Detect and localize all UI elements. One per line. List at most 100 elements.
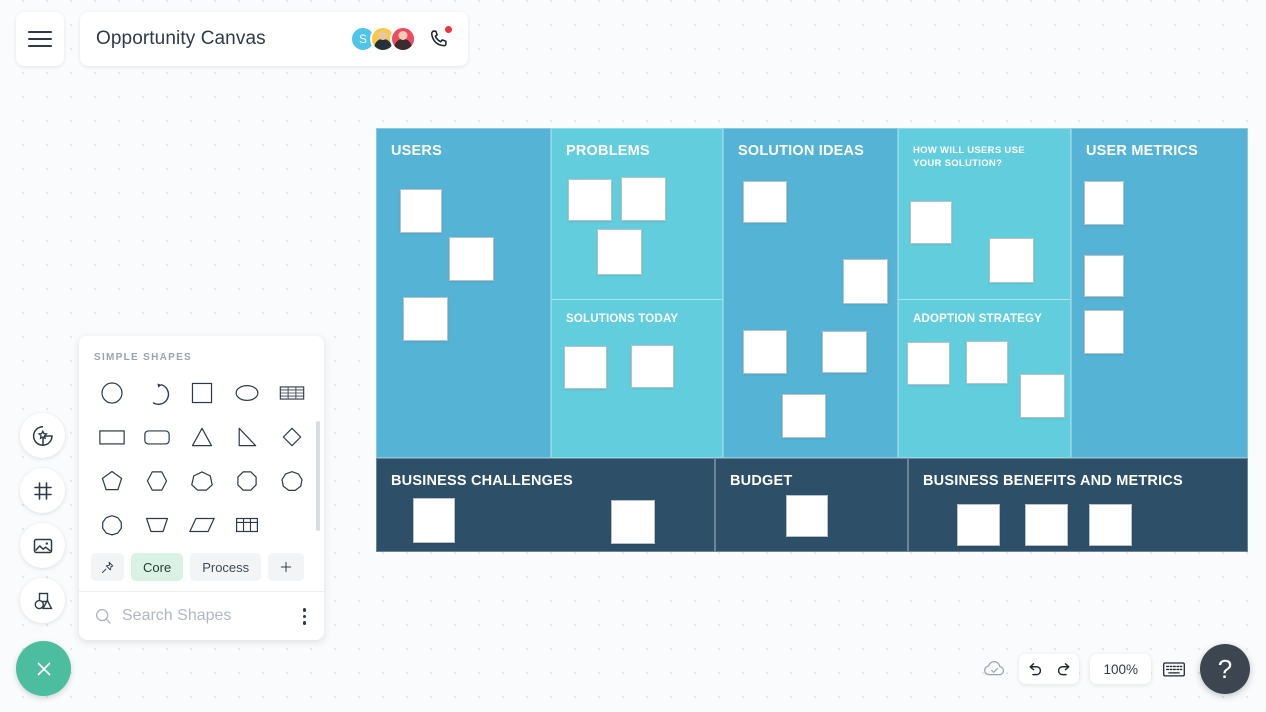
sticky-note[interactable] <box>631 345 674 388</box>
sticky-note[interactable] <box>743 181 787 223</box>
search-icon <box>96 609 111 624</box>
sticky-notes-tool[interactable] <box>20 413 65 458</box>
sticky-note[interactable] <box>1084 181 1124 225</box>
phone-call-button[interactable] <box>426 25 453 52</box>
sticky-note[interactable] <box>786 495 828 537</box>
sticky-note[interactable] <box>400 189 442 233</box>
shape-octagon[interactable] <box>224 461 269 501</box>
call-notification-badge <box>444 25 453 34</box>
shape-nonagon[interactable] <box>269 461 314 501</box>
shape-hexagon[interactable] <box>134 461 179 501</box>
sticky-note[interactable] <box>621 177 666 221</box>
undo-button[interactable] <box>1019 654 1049 684</box>
bottom-toolbar: 100% ? <box>982 644 1250 694</box>
board-top-row: USERS PROBLEMS SOLUTIONS TODAY SOLUTION … <box>376 128 1248 458</box>
whiteboard-app: Opportunity Canvas S SIMPLE SHAPES Core … <box>0 0 1266 712</box>
panel-business-challenges[interactable]: BUSINESS CHALLENGES <box>376 458 715 552</box>
sticky-note[interactable] <box>413 498 455 543</box>
sticky-note[interactable] <box>403 297 448 341</box>
close-panel-button[interactable] <box>16 641 71 696</box>
sticky-note[interactable] <box>822 331 867 373</box>
frame-icon <box>33 481 52 500</box>
cloud-saved-button[interactable] <box>982 658 1008 680</box>
shapes-icon <box>34 592 53 609</box>
panel-how-will-users-use-your-solution[interactable]: HOW WILL USERS USE YOUR SOLUTION? <box>899 129 1070 299</box>
shape-circle[interactable] <box>89 373 134 413</box>
zoom-level-button[interactable]: 100% <box>1090 654 1151 684</box>
tab-process[interactable]: Process <box>190 553 262 581</box>
sticky-note[interactable] <box>1089 504 1132 546</box>
sticky-note[interactable] <box>910 201 952 244</box>
shape-arc[interactable] <box>134 373 179 413</box>
tab-add-category[interactable] <box>268 553 305 581</box>
pin-icon <box>102 561 114 573</box>
sticky-note[interactable] <box>1084 310 1124 354</box>
sticky-note[interactable] <box>843 259 888 304</box>
panel-adoption-strategy[interactable]: ADOPTION STRATEGY <box>899 299 1070 457</box>
page-title[interactable]: Opportunity Canvas <box>96 28 266 50</box>
panel-solution-ideas[interactable]: SOLUTION IDEAS <box>723 128 898 458</box>
shapes-tool[interactable] <box>20 578 65 623</box>
shape-ellipse[interactable] <box>224 373 269 413</box>
sticky-note[interactable] <box>743 330 787 374</box>
sticky-note[interactable] <box>449 237 494 281</box>
panel-title: BUSINESS CHALLENGES <box>391 473 573 489</box>
sticky-note[interactable] <box>1025 504 1068 546</box>
panel-title: USERS <box>391 143 442 159</box>
shape-parallelogram[interactable] <box>179 505 224 545</box>
frame-tool[interactable] <box>20 468 65 513</box>
shape-heptagon[interactable] <box>179 461 224 501</box>
keyboard-shortcuts-button[interactable] <box>1162 659 1186 679</box>
sticky-note[interactable] <box>568 179 612 221</box>
undo-icon <box>1029 662 1042 675</box>
avatar-initial: S <box>358 32 367 46</box>
panel-user-metrics[interactable]: USER METRICS <box>1071 128 1248 458</box>
undo-redo-group <box>1019 654 1080 684</box>
sticky-note[interactable] <box>1020 374 1065 418</box>
shape-trapezoid[interactable] <box>134 505 179 545</box>
shape-pentagon[interactable] <box>89 461 134 501</box>
sticky-note[interactable] <box>611 500 655 544</box>
panel-budget[interactable]: BUDGET <box>715 458 908 552</box>
panel-title: SOLUTIONS TODAY <box>566 313 679 325</box>
panel-users[interactable]: USERS <box>376 128 551 458</box>
hamburger-menu-button[interactable] <box>16 12 64 66</box>
sticky-note[interactable] <box>989 238 1034 283</box>
shapes-grid <box>79 373 324 545</box>
panel-business-benefits-and-metrics[interactable]: BUSINESS BENEFITS AND METRICS <box>908 458 1248 552</box>
help-button[interactable]: ? <box>1200 644 1250 694</box>
panel-title: HOW WILL USERS USE YOUR SOLUTION? <box>913 145 1025 169</box>
tab-core[interactable]: Core <box>131 553 184 581</box>
image-icon <box>33 538 52 553</box>
image-tool[interactable] <box>20 523 65 568</box>
shape-rectangle[interactable] <box>89 417 134 457</box>
kebab-menu-icon[interactable] <box>297 604 313 629</box>
shape-right-triangle[interactable] <box>224 417 269 457</box>
shape-rounded-rectangle[interactable] <box>134 417 179 457</box>
shape-diamond[interactable] <box>269 417 314 457</box>
shape-decagon[interactable] <box>89 505 134 545</box>
shape-table-rows[interactable] <box>269 373 314 413</box>
sticky-note[interactable] <box>1084 255 1124 297</box>
board-bottom-row: BUSINESS CHALLENGES BUDGET BUSINESS BENE… <box>376 458 1248 552</box>
sticky-note[interactable] <box>907 342 950 385</box>
tab-pinned[interactable] <box>91 553 124 581</box>
redo-button[interactable] <box>1049 654 1079 684</box>
sticky-note[interactable] <box>597 229 642 275</box>
avatar[interactable] <box>390 26 416 52</box>
panel-title: PROBLEMS <box>566 143 650 159</box>
shape-square[interactable] <box>179 373 224 413</box>
panel-solutions-today[interactable]: SOLUTIONS TODAY <box>552 299 722 457</box>
shape-table-grid[interactable] <box>224 505 269 545</box>
cloud-saved-icon <box>984 660 1005 676</box>
panel-title: BUSINESS BENEFITS AND METRICS <box>923 473 1183 489</box>
shape-triangle[interactable] <box>179 417 224 457</box>
sticky-note[interactable] <box>966 341 1008 384</box>
sticky-note[interactable] <box>564 346 607 389</box>
sticky-note[interactable] <box>782 394 826 438</box>
search-input[interactable]: Search Shapes <box>122 607 288 625</box>
panel-problems[interactable]: PROBLEMS <box>552 129 722 299</box>
sticky-note[interactable] <box>957 504 1000 546</box>
shapes-scrollbar[interactable] <box>316 421 320 531</box>
search-row: Search Shapes <box>79 592 324 640</box>
